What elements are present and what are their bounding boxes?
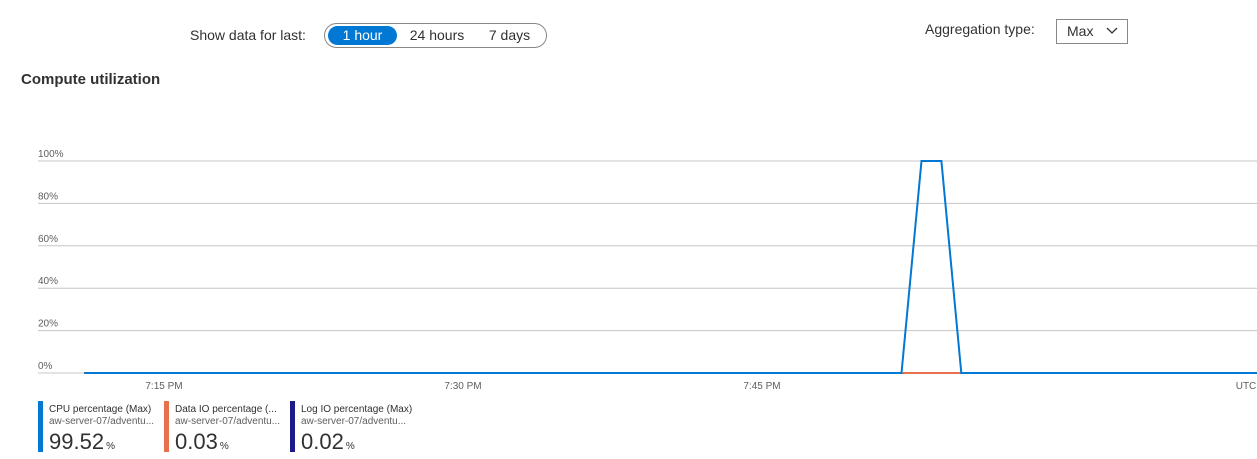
- legend-resource-name: aw-server-07/adventu...: [301, 416, 407, 427]
- chart-title: Compute utilization: [21, 71, 161, 88]
- y-axis: 100% 80% 60% 40% 20% 0%: [38, 149, 64, 372]
- legend-resource-name: aw-server-07/adventu...: [49, 416, 155, 427]
- series-line: [84, 160, 1257, 374]
- legend-color-bar: [38, 401, 43, 452]
- y-tick-label: 100%: [38, 149, 64, 160]
- legend-resource-name: aw-server-07/adventu...: [175, 416, 281, 427]
- legend-color-bar: [164, 401, 169, 452]
- aggregation-value: Max: [1067, 23, 1094, 39]
- y-tick-label: 20%: [38, 319, 58, 330]
- y-tick-label: 40%: [38, 276, 58, 287]
- time-option-24-hours[interactable]: 24 hours: [401, 26, 473, 45]
- legend-color-bar: [290, 401, 295, 452]
- time-range-selector: 1 hour 24 hours 7 days: [324, 23, 547, 48]
- chart-series: [84, 160, 1257, 374]
- show-data-label: Show data for last:: [190, 27, 306, 43]
- legend-value: 0.02%: [301, 429, 355, 454]
- aggregation-select[interactable]: Max: [1056, 19, 1128, 44]
- legend-series-name: Log IO percentage (Max): [301, 404, 413, 415]
- y-tick-label: 60%: [38, 234, 58, 245]
- x-tick-label: 7:30 PM: [444, 381, 481, 392]
- legend-series-name: Data IO percentage (...: [175, 404, 277, 415]
- compute-utilization-chart: 100% 80% 60% 40% 20% 0% 7:15 PM 7:30 PM 7:45 PM…: [38, 149, 1257, 392]
- legend-value: 99.52%: [49, 429, 115, 454]
- y-tick-label: 0%: [38, 361, 53, 372]
- y-tick-label: 80%: [38, 191, 58, 202]
- x-axis: 7:15 PM 7:30 PM 7:45 PM UTC: [145, 381, 1256, 392]
- legend-value: 0.03%: [175, 429, 229, 454]
- x-tick-label: 7:45 PM: [743, 381, 780, 392]
- x-tick-label: UTC: [1236, 381, 1257, 392]
- aggregation-label: Aggregation type:: [925, 21, 1035, 37]
- chart-grid: [38, 160, 1257, 374]
- chevron-down-icon: [1105, 23, 1119, 46]
- time-option-7-days[interactable]: 7 days: [478, 26, 541, 45]
- time-option-1-hour[interactable]: 1 hour: [328, 26, 397, 45]
- legend-series-name: CPU percentage (Max): [49, 404, 152, 415]
- x-tick-label: 7:15 PM: [145, 381, 182, 392]
